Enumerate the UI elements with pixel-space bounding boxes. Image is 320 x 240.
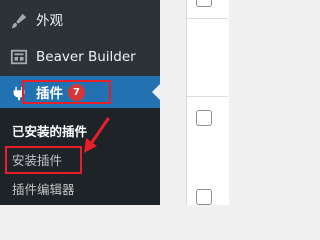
menu-item-beaver-builder[interactable]: Beaver Builder (0, 40, 160, 74)
paintbrush-icon (11, 13, 27, 29)
menu-item-label: 外观 (36, 13, 63, 29)
row-checkbox[interactable] (196, 0, 212, 7)
row-divider (186, 96, 228, 97)
annotation-box-plugins (22, 80, 111, 104)
submenu-installed-plugins[interactable]: 已安装的插件 (12, 121, 87, 140)
current-menu-arrow (152, 84, 160, 100)
row-divider (186, 18, 228, 19)
annotation-arrow-icon (84, 117, 110, 153)
menu-item-appearance[interactable]: 外观 (0, 4, 160, 34)
layout-grid-icon (10, 49, 28, 65)
menu-item-label: Beaver Builder (36, 49, 136, 65)
submenu-plugin-editor[interactable]: 插件编辑器 (12, 179, 75, 198)
annotation-box-add-new (5, 146, 82, 174)
row-checkbox[interactable] (196, 189, 212, 205)
row-checkbox[interactable] (196, 110, 212, 126)
plugin-list-panel (186, 0, 229, 205)
